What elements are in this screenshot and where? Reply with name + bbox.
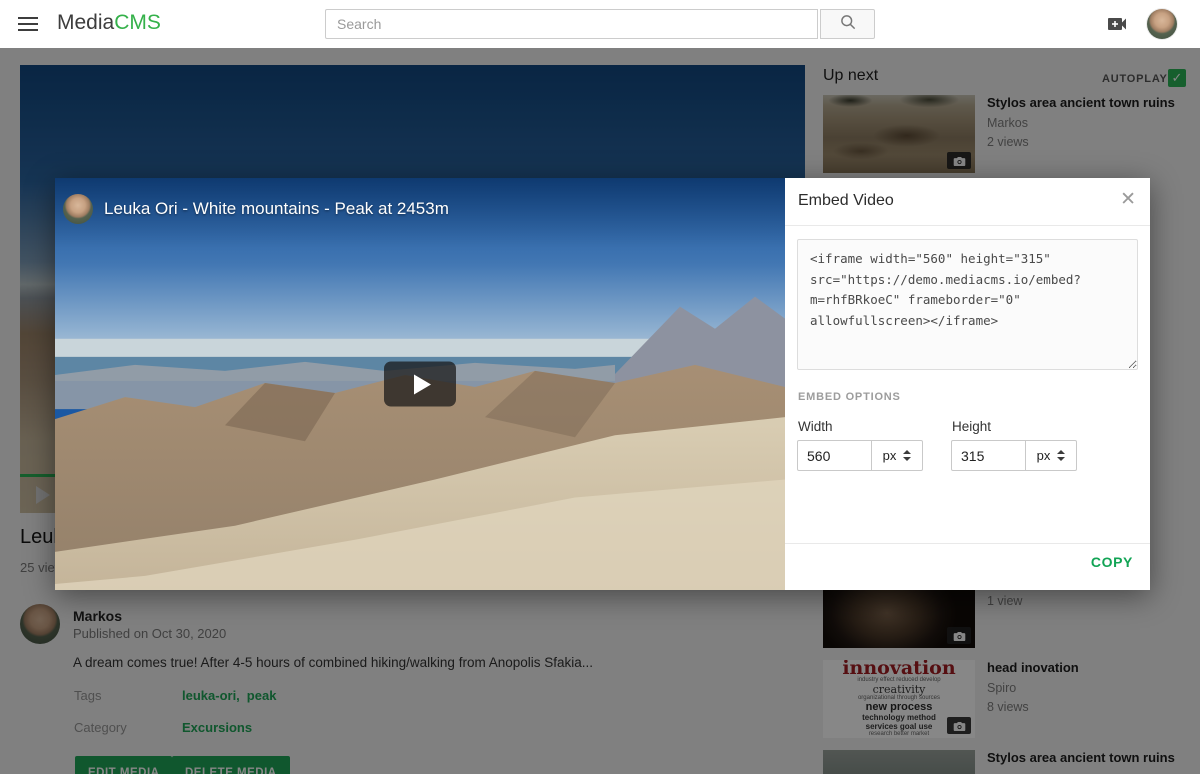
big-play-button[interactable]: [384, 362, 456, 407]
width-label: Width: [798, 419, 833, 434]
width-unit-select[interactable]: px: [871, 440, 923, 471]
search-button[interactable]: [820, 9, 875, 39]
spinner-arrows-icon: [903, 450, 911, 461]
height-label: Height: [952, 419, 991, 434]
modal-title: Embed Video: [798, 192, 894, 210]
width-input[interactable]: [797, 440, 873, 471]
embed-video-modal: Leuka Ori - White mountains - Peak at 24…: [55, 178, 1150, 590]
preview-author-avatar[interactable]: [63, 194, 93, 224]
user-avatar[interactable]: [1147, 9, 1177, 39]
search-input[interactable]: [325, 9, 818, 39]
divider: [785, 225, 1150, 226]
search-icon: [839, 13, 857, 36]
copy-button[interactable]: COPY: [1091, 554, 1133, 570]
logo[interactable]: MediaCMS: [57, 11, 161, 35]
height-unit-select[interactable]: px: [1025, 440, 1077, 471]
embed-options-panel: Embed Video ✕ <iframe width="560" height…: [785, 178, 1150, 590]
embed-code-textarea[interactable]: <iframe width="560" height="315" src="ht…: [797, 239, 1138, 370]
logo-text-cms: CMS: [114, 11, 161, 34]
logo-text-media: Media: [57, 11, 114, 34]
embed-preview-player[interactable]: Leuka Ori - White mountains - Peak at 24…: [55, 178, 785, 590]
top-bar: MediaCMS: [0, 0, 1200, 48]
divider: [785, 543, 1150, 544]
video-upload-icon: [1104, 23, 1130, 40]
play-icon: [414, 374, 431, 394]
height-unit-value: px: [1037, 448, 1051, 463]
preview-video-title[interactable]: Leuka Ori - White mountains - Peak at 24…: [104, 199, 449, 219]
menu-icon[interactable]: [18, 17, 38, 31]
upload-media-button[interactable]: [1104, 12, 1132, 36]
height-input[interactable]: [951, 440, 1027, 471]
close-icon[interactable]: ✕: [1120, 189, 1136, 211]
width-unit-value: px: [883, 448, 897, 463]
spinner-arrows-icon: [1057, 450, 1065, 461]
mediacms-app: MediaCMS Leuka Ori - White mountains - P…: [0, 0, 1200, 774]
embed-options-label: EMBED OPTIONS: [798, 391, 901, 403]
